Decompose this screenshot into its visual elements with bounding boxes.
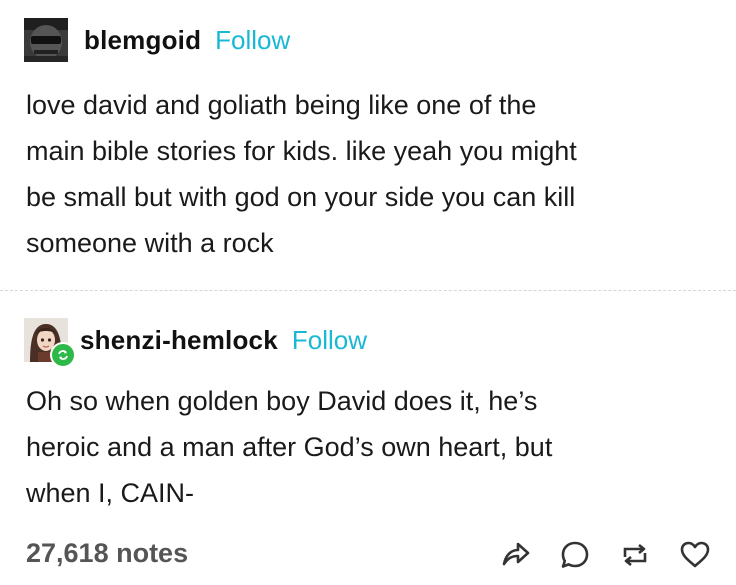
masked-face-avatar-icon [24,18,68,62]
post-reblog: shenzi-hemlock Follow Oh so when golden … [0,300,736,530]
reply-icon[interactable] [558,538,592,572]
avatar[interactable] [24,18,68,62]
post-header: shenzi-hemlock Follow [24,318,367,368]
post-body: love david and goliath being like one of… [26,82,716,266]
action-bar [498,538,712,572]
post-body: Oh so when golden boy David does it, he’… [26,378,716,516]
notes-count[interactable]: 27,618 notes [26,538,188,569]
reblog-badge-icon [50,342,76,368]
username[interactable]: blemgoid [84,25,201,56]
avatar[interactable] [24,318,76,368]
post-line: love david and goliath being like one of… [26,90,537,120]
follow-button[interactable]: Follow [215,25,290,56]
username[interactable]: shenzi-hemlock [80,325,278,356]
share-icon[interactable] [498,538,532,572]
post-line: when I, CAIN- [26,478,195,508]
follow-button[interactable]: Follow [292,325,367,356]
post-footer: 27,618 notes [0,530,736,585]
reblog-icon[interactable] [618,538,652,572]
post-line: Oh so when golden boy David does it, he’… [26,386,538,416]
post-divider [0,290,736,293]
post-line: main bible stories for kids. like yeah y… [26,136,577,166]
post-original: blemgoid Follow love david and goliath b… [0,0,736,290]
post-header: blemgoid Follow [24,18,290,62]
like-icon[interactable] [678,538,712,572]
post-line: be small but with god on your side you c… [26,182,576,212]
post-line: heroic and a man after God’s own heart, … [26,432,553,462]
post-line: someone with a rock [26,228,274,258]
